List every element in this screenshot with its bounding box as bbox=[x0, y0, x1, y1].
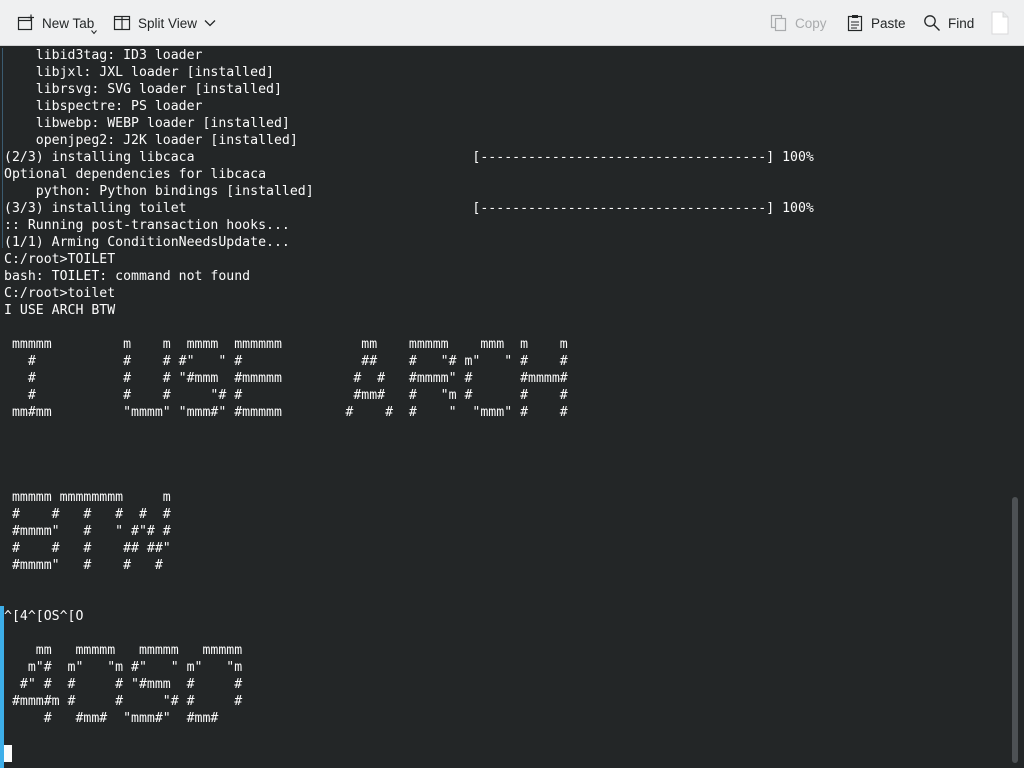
terminal-line: bash: TOILET: command not found bbox=[4, 269, 251, 284]
document-page-icon bbox=[991, 11, 1009, 35]
scrollback-marker-line bbox=[2, 48, 3, 248]
terminal-line: #mmmm" # # # bbox=[4, 558, 163, 573]
copy-icon bbox=[770, 14, 787, 32]
split-view-label: Split View bbox=[138, 15, 198, 31]
terminal-line: # # # "#mmm #mmmmm # # #mmmm" # #mmmm# bbox=[4, 371, 568, 386]
terminal-output-area[interactable]: libid3tag: ID3 loader libjxl: JXL loader… bbox=[0, 46, 1008, 768]
scrollbar-thumb[interactable] bbox=[1012, 497, 1018, 763]
terminal-line: mmmmm m m mmmm mmmmmm mm mmmmm mmm m m bbox=[4, 337, 568, 352]
terminal-line: libid3tag: ID3 loader bbox=[4, 48, 203, 63]
terminal-line: python: Python bindings [installed] bbox=[4, 184, 314, 199]
terminal-line: # # # ## ##" bbox=[4, 541, 171, 556]
new-tab-dropdown-indicator-icon bbox=[91, 30, 97, 35]
split-view-button[interactable]: Split View bbox=[113, 8, 197, 38]
new-tab-button[interactable]: New Tab bbox=[17, 8, 97, 38]
terminal-line: I USE ARCH BTW bbox=[4, 303, 116, 318]
find-button[interactable]: Find bbox=[923, 8, 974, 38]
terminal-line: C:/root>toilet bbox=[4, 286, 116, 301]
terminal-line: #" # # # "#mmm # # bbox=[4, 677, 243, 692]
terminal-line: libwebp: WEBP loader [installed] bbox=[4, 116, 290, 131]
new-tab-icon bbox=[17, 14, 34, 31]
terminal-line: # # # # # # bbox=[4, 507, 171, 522]
chevron-down-icon bbox=[204, 20, 216, 27]
hamburger-menu-button[interactable] bbox=[990, 8, 1010, 38]
split-view-dropdown-button[interactable] bbox=[204, 8, 216, 38]
terminal-toolbar: New Tab Split View Copy Paste Find bbox=[0, 0, 1024, 46]
terminal-text: libid3tag: ID3 loader libjxl: JXL loader… bbox=[4, 47, 814, 727]
terminal-line: #mmmm" # " #"# # bbox=[4, 524, 171, 539]
terminal-line: librsvg: SVG loader [installed] bbox=[4, 82, 282, 97]
text-cursor bbox=[4, 745, 12, 762]
paste-label: Paste bbox=[871, 15, 906, 31]
paste-button[interactable]: Paste bbox=[846, 8, 906, 38]
terminal-line: mm#mm "mmmm" "mmm#" #mmmmm # # # " "mmm"… bbox=[4, 405, 568, 420]
copy-label: Copy bbox=[795, 15, 827, 31]
terminal-line: (2/3) installing libcaca [--------------… bbox=[4, 150, 814, 165]
terminal-line: mmmmm mmmmmmmm m bbox=[4, 490, 171, 505]
terminal-line: m"# m" "m #" " m" "m bbox=[4, 660, 243, 675]
terminal-line: #mmm#m # # "# # # bbox=[4, 694, 243, 709]
terminal-line: libjxl: JXL loader [installed] bbox=[4, 65, 274, 80]
terminal-line: C:/root>TOILET bbox=[4, 252, 116, 267]
paste-icon bbox=[847, 15, 863, 32]
terminal-line: openjpeg2: J2K loader [installed] bbox=[4, 133, 298, 148]
terminal-line: (3/3) installing toilet [---------------… bbox=[4, 201, 814, 216]
terminal-line: :: Running post-transaction hooks... bbox=[4, 218, 290, 233]
terminal-line: (1/1) Arming ConditionNeedsUpdate... bbox=[4, 235, 290, 250]
new-tab-label: New Tab bbox=[42, 15, 95, 31]
search-icon bbox=[924, 15, 940, 31]
find-label: Find bbox=[948, 15, 975, 31]
active-region-indicator bbox=[0, 606, 4, 768]
terminal-line: libspectre: PS loader bbox=[4, 99, 203, 114]
terminal-line: # # # "# # #mm# # "m # # # bbox=[4, 388, 568, 403]
terminal-line: # #mm# "mmm#" #mm# bbox=[4, 711, 219, 726]
terminal-line: ^[4^[OS^[O bbox=[4, 609, 84, 624]
terminal-line: mm mmmmm mmmmm mmmmm bbox=[4, 643, 243, 658]
terminal-line: # # # #" " # ## # "# m" " # # bbox=[4, 354, 568, 369]
copy-button[interactable]: Copy bbox=[770, 8, 827, 38]
terminal-line: Optional dependencies for libcaca bbox=[4, 167, 267, 182]
split-view-icon bbox=[113, 15, 131, 31]
